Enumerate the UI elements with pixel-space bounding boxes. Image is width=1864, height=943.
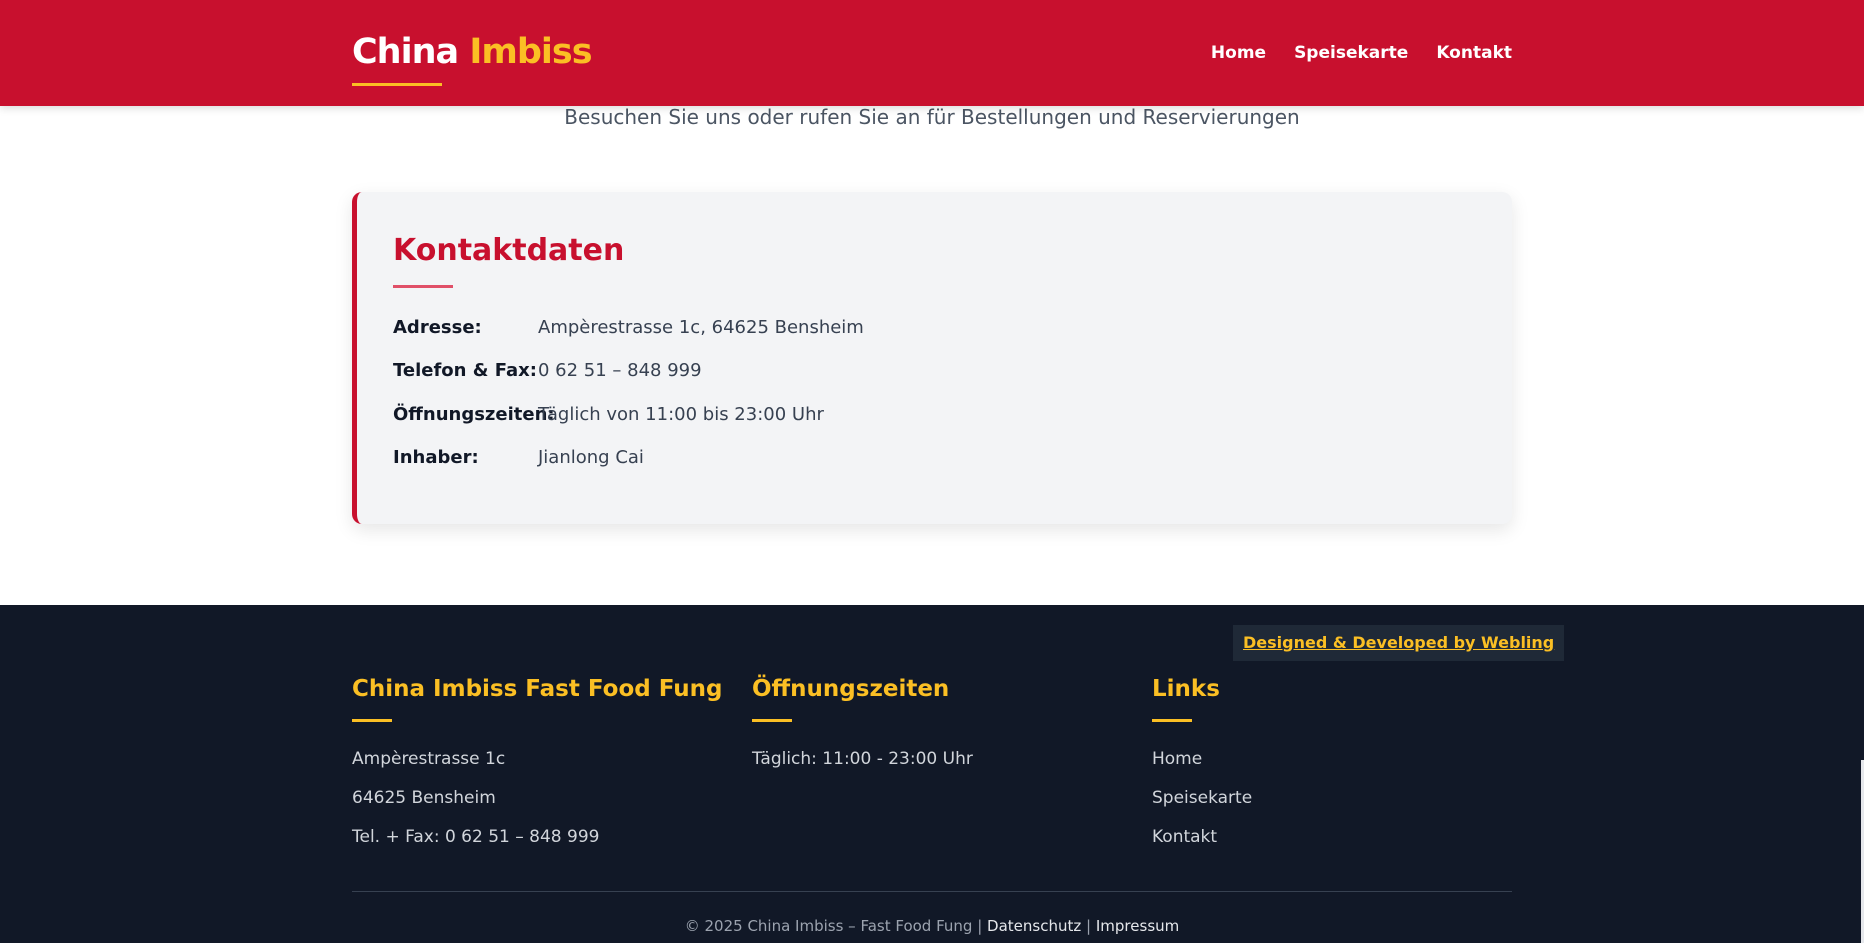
impressum-link[interactable]: Impressum — [1096, 917, 1179, 935]
footer-column-links: Links Home Speisekarte Kontakt — [1152, 667, 1252, 857]
contact-label: Öffnungszeiten: — [393, 404, 555, 425]
main-nav: Home Speisekarte Kontakt — [1211, 40, 1512, 66]
copyright-bar: © 2025 China Imbiss – Fast Food Fung | D… — [0, 915, 1864, 937]
contact-label: Inhaber: — [393, 447, 479, 468]
footer-column-about: China Imbiss Fast Food Fung Ampèrestrass… — [352, 667, 723, 857]
contact-card: Kontaktdaten Adresse: Ampèrestrasse 1c, … — [352, 192, 1512, 524]
footer-column-title: Öffnungszeiten — [752, 676, 950, 702]
nav-link-kontakt[interactable]: Kontakt — [1436, 40, 1512, 66]
contact-title-underline — [393, 285, 453, 288]
footer-address-street: Ampèrestrasse 1c — [352, 749, 506, 769]
logo-text-imbiss: Imbiss — [469, 32, 592, 72]
contact-card-title: Kontaktdaten — [393, 233, 625, 268]
footer-hours-text: Täglich: 11:00 - 23:00 Uhr — [752, 749, 973, 769]
footer-title-underline — [752, 719, 792, 722]
footer-link-home[interactable]: Home — [1152, 740, 1252, 779]
intro-text: Besuchen Sie uns oder rufen Sie an für B… — [564, 105, 1300, 129]
footer-column-hours: Öffnungszeiten Täglich: 11:00 - 23:00 Uh… — [752, 667, 973, 779]
nav-link-home[interactable]: Home — [1211, 40, 1266, 66]
logo-text-china: China — [352, 32, 459, 72]
developer-credit-link[interactable]: Designed & Developed by Webling — [1233, 625, 1565, 661]
footer-column-title: Links — [1152, 676, 1220, 702]
footer-title-underline — [352, 719, 392, 722]
footer-address-city: 64625 Bensheim — [352, 788, 496, 808]
datenschutz-link[interactable]: Datenschutz — [987, 917, 1081, 935]
logo-underline — [352, 83, 442, 86]
site-footer: Designed & Developed by Webling China Im… — [0, 605, 1864, 943]
footer-title-underline — [1152, 719, 1192, 722]
contact-label: Telefon & Fax: — [393, 360, 537, 381]
footer-link-speisekarte[interactable]: Speisekarte — [1152, 779, 1252, 818]
footer-column-title: China Imbiss Fast Food Fung — [352, 676, 723, 702]
copyright-text: © 2025 China Imbiss – Fast Food Fung | — [684, 917, 983, 935]
site-header: China Imbiss Home Speisekarte Kontakt — [0, 0, 1864, 106]
contact-value: 0 62 51 – 848 999 — [538, 360, 702, 381]
contact-label: Adresse: — [393, 317, 482, 338]
footer-phone: Tel. + Fax: 0 62 51 – 848 999 — [352, 827, 600, 847]
nav-link-speisekarte[interactable]: Speisekarte — [1294, 40, 1408, 66]
contact-value: Täglich von 11:00 bis 23:00 Uhr — [538, 404, 824, 425]
copyright-separator: | — [1086, 917, 1092, 935]
footer-link-kontakt[interactable]: Kontakt — [1152, 818, 1252, 857]
footer-divider — [352, 891, 1512, 892]
contact-value: Ampèrestrasse 1c, 64625 Bensheim — [538, 317, 864, 338]
site-logo[interactable]: China Imbiss — [352, 30, 593, 74]
contact-value: Jianlong Cai — [538, 447, 644, 468]
